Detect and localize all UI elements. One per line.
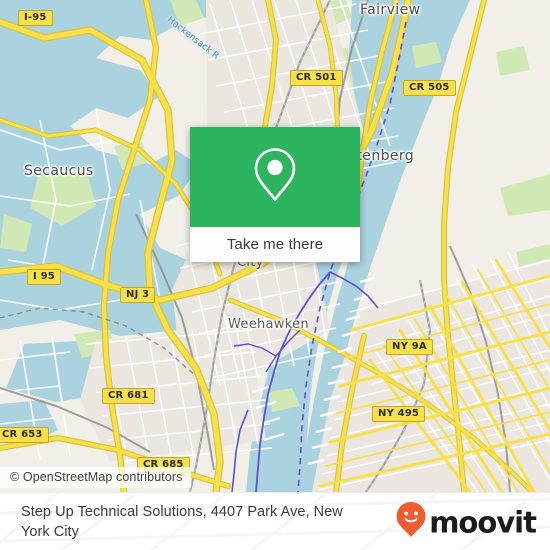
route-shield-i95-south: I 95 <box>27 269 61 285</box>
route-shield-cr653: CR 653 <box>0 427 49 443</box>
route-shield-ny495: NY 495 <box>372 406 426 422</box>
popup-action-bar[interactable]: Take me there <box>190 227 360 262</box>
moovit-brand[interactable]: moovit <box>396 502 537 543</box>
route-shield-nj3: NJ 3 <box>120 287 156 303</box>
map-label-secaucus: Secaucus <box>24 163 94 179</box>
route-shield-cr685: CR 685 <box>137 457 190 473</box>
footer-bar: Step Up Technical Solutions, 4407 Park A… <box>0 492 550 550</box>
popup-header <box>190 127 360 227</box>
map-canvas[interactable]: Fairview Secaucus Guttenberg Weehawken C… <box>0 0 550 492</box>
map-popup-card[interactable]: Take me there <box>190 127 360 262</box>
location-title: Step Up Technical Solutions, 4407 Park A… <box>21 504 343 540</box>
route-shield-cr505: CR 505 <box>403 80 456 96</box>
route-shield-ny9a: NY 9A <box>386 339 433 355</box>
map-screenshot: Fairview Secaucus Guttenberg Weehawken C… <box>0 0 550 550</box>
route-shield-cr681: CR 681 <box>102 388 155 404</box>
route-shield-cr501: CR 501 <box>290 70 343 86</box>
map-label-fairview: Fairview <box>360 2 421 18</box>
route-shield-i95-north: I-95 <box>18 10 53 26</box>
moovit-wordmark: moovit <box>429 505 537 539</box>
moovit-pin-smile-icon <box>396 502 426 543</box>
map-label-weehawken: Weehawken <box>228 317 309 332</box>
map-pin-icon <box>253 147 297 208</box>
take-me-there-button[interactable]: Take me there <box>227 236 323 253</box>
